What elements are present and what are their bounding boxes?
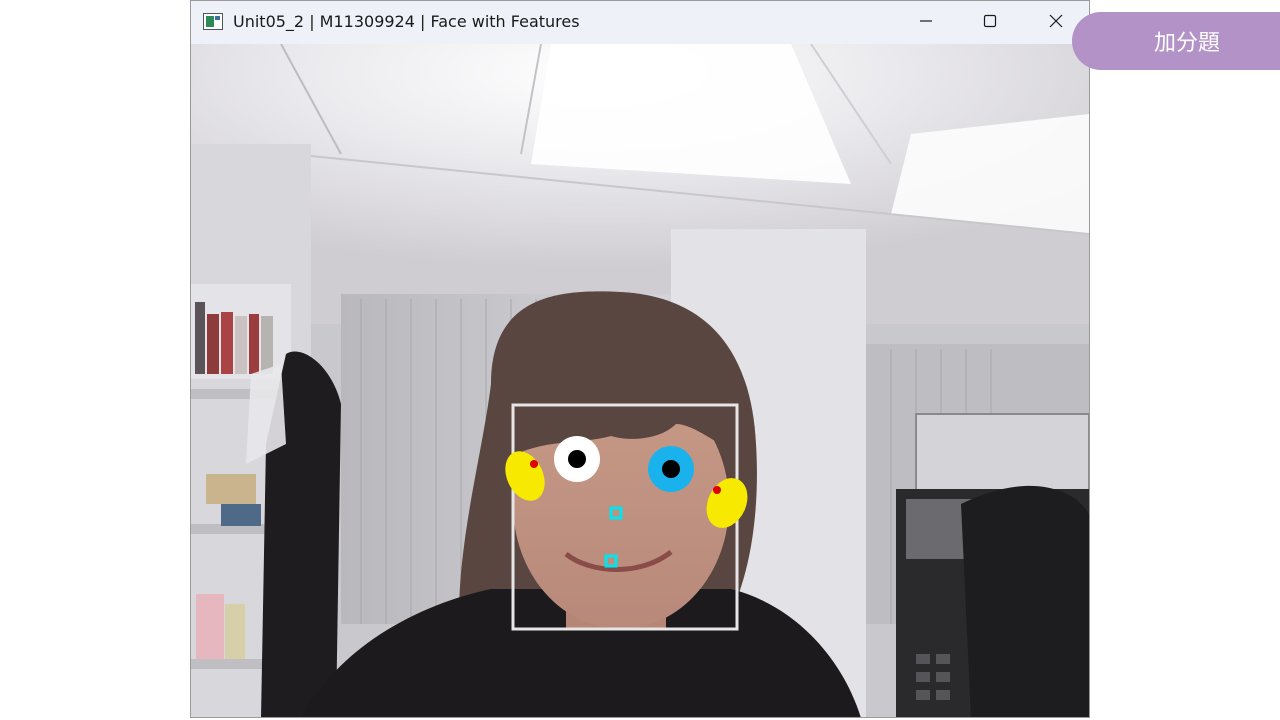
- maximize-icon: [983, 13, 997, 32]
- window-titlebar[interactable]: Unit05_2 | M11309924 | Face with Feature…: [191, 1, 1089, 44]
- opencv-window[interactable]: Unit05_2 | M11309924 | Face with Feature…: [190, 0, 1090, 718]
- webcam-scene: [191, 44, 1089, 717]
- slide: Unit05_2 | M11309924 | Face with Feature…: [0, 0, 1280, 720]
- close-icon: [1049, 13, 1063, 32]
- window-title: Unit05_2 | M11309924 | Face with Feature…: [233, 12, 580, 31]
- right-cheek-point: [713, 486, 721, 494]
- minimize-icon: [919, 13, 933, 32]
- bonus-question-badge: 加分題: [1072, 12, 1280, 70]
- right-eye-marker: [648, 446, 694, 492]
- bonus-question-label: 加分題: [1154, 31, 1221, 56]
- maximize-button[interactable]: [958, 1, 1022, 44]
- opencv-window-icon: [203, 13, 223, 30]
- minimize-button[interactable]: [894, 1, 958, 44]
- webcam-video-frame: [191, 44, 1089, 717]
- left-eye-marker: [554, 436, 600, 482]
- left-cheek-point: [530, 460, 538, 468]
